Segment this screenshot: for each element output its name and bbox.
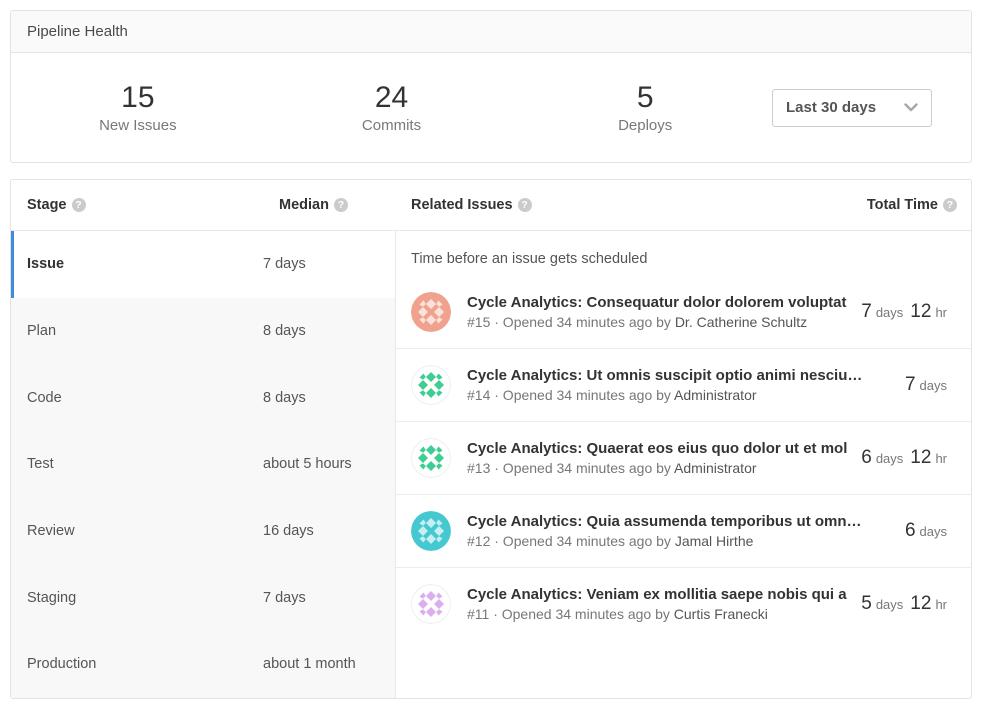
stats-group: 15 New Issues 24 Commits 5 Deploys	[11, 81, 772, 135]
date-range-value: Last 30 days	[786, 99, 876, 116]
issue-row: Cycle Analytics: Quaerat eos eius quo do…	[396, 421, 971, 494]
issue-meta: #15 · Opened 34 minutes ago by Dr. Cathe…	[467, 314, 847, 330]
page-title: Pipeline Health	[27, 23, 128, 40]
stage-row-production[interactable]: Production about 1 month	[11, 631, 395, 698]
help-icon[interactable]: ?	[943, 198, 957, 212]
header-total-time-label: Total Time	[867, 197, 938, 213]
header-total-time: Total Time?	[867, 197, 971, 213]
help-icon[interactable]: ?	[518, 198, 532, 212]
issue-text: Cycle Analytics: Veniam ex mollitia saep…	[467, 586, 847, 622]
issue-title-link[interactable]: Cycle Analytics: Quaerat eos eius quo do…	[467, 440, 847, 457]
stage-row-code[interactable]: Code 8 days	[11, 364, 395, 431]
issue-meta-prefix: #11 · Opened 34 minutes ago by	[467, 606, 670, 622]
stage-row-test[interactable]: Test about 5 hours	[11, 431, 395, 498]
summary-stats-row: 15 New Issues 24 Commits 5 Deploys Last …	[11, 53, 971, 162]
stat-label: Deploys	[518, 117, 772, 134]
stage-median: 7 days	[263, 256, 306, 272]
date-range-dropdown[interactable]: Last 30 days	[772, 89, 932, 127]
card-title: Pipeline Health	[11, 11, 971, 53]
issue-meta-prefix: #13 · Opened 34 minutes ago by	[467, 460, 671, 476]
stat-label: New Issues	[11, 117, 265, 134]
issue-title-link[interactable]: Cycle Analytics: Quia assumenda temporib…	[467, 513, 891, 530]
stage-name: Staging	[11, 590, 263, 606]
stage-median: about 1 month	[263, 656, 356, 672]
header-median: Median?	[279, 197, 396, 213]
stage-panel: Issue 7 days Plan 8 days Code 8 days Tes…	[11, 231, 396, 698]
avatar	[411, 292, 451, 332]
issue-title-link[interactable]: Cycle Analytics: Ut omnis suscipit optio…	[467, 367, 891, 384]
header-stage-label: Stage	[27, 197, 67, 213]
issue-meta: #11 · Opened 34 minutes ago by Curtis Fr…	[467, 606, 847, 622]
pipeline-health-card: Pipeline Health 15 New Issues 24 Commits…	[10, 10, 972, 163]
help-icon[interactable]: ?	[334, 198, 348, 212]
issue-total-time: 7days	[905, 374, 947, 396]
issue-text: Cycle Analytics: Quia assumenda temporib…	[467, 513, 891, 549]
stage-median: 8 days	[263, 323, 306, 339]
header-median-label: Median	[279, 197, 329, 213]
issue-text: Cycle Analytics: Consequatur dolor dolor…	[467, 294, 847, 330]
header-related-issues-label: Related Issues	[411, 197, 513, 213]
stage-row-issue[interactable]: Issue 7 days	[11, 231, 395, 298]
help-icon[interactable]: ?	[72, 198, 86, 212]
header-related-issues: Related Issues?	[396, 197, 867, 213]
issue-total-time: 7days12hr	[861, 301, 947, 323]
issue-author-link[interactable]: Jamal Hirthe	[675, 533, 754, 549]
stat-deploys: 5 Deploys	[518, 81, 772, 135]
issue-title-link[interactable]: Cycle Analytics: Consequatur dolor dolor…	[467, 294, 847, 311]
stage-row-review[interactable]: Review 16 days	[11, 498, 395, 565]
issue-meta: #12 · Opened 34 minutes ago by Jamal Hir…	[467, 533, 891, 549]
stage-name: Test	[11, 456, 263, 472]
issue-meta-prefix: #12 · Opened 34 minutes ago by	[467, 533, 671, 549]
issue-text: Cycle Analytics: Ut omnis suscipit optio…	[467, 367, 891, 403]
table-body: Issue 7 days Plan 8 days Code 8 days Tes…	[11, 231, 971, 698]
issue-author-link[interactable]: Dr. Catherine Schultz	[675, 314, 807, 330]
stage-name: Issue	[14, 256, 263, 272]
stat-label: Commits	[265, 117, 519, 134]
stage-name: Review	[11, 523, 263, 539]
issue-total-time: 6days	[905, 520, 947, 542]
stage-name: Code	[11, 390, 263, 406]
stat-value: 5	[518, 81, 772, 116]
issue-row: Cycle Analytics: Quia assumenda temporib…	[396, 494, 971, 567]
issue-author-link[interactable]: Administrator	[674, 387, 756, 403]
stage-median: about 5 hours	[263, 456, 352, 472]
stat-commits: 24 Commits	[265, 81, 519, 135]
issue-row: Cycle Analytics: Consequatur dolor dolor…	[396, 275, 971, 348]
stage-median: 16 days	[263, 523, 314, 539]
issue-meta-prefix: #14 · Opened 34 minutes ago by	[467, 387, 671, 403]
avatar	[411, 365, 451, 405]
issue-author-link[interactable]: Curtis Franecki	[674, 606, 768, 622]
stage-median: 8 days	[263, 390, 306, 406]
issue-total-time: 5days12hr	[861, 593, 947, 615]
pipeline-health-page: Pipeline Health 15 New Issues 24 Commits…	[0, 0, 982, 705]
issue-author-link[interactable]: Administrator	[674, 460, 756, 476]
issue-meta: #13 · Opened 34 minutes ago by Administr…	[467, 460, 847, 476]
avatar	[411, 584, 451, 624]
header-stage: Stage?	[11, 197, 279, 213]
stage-row-staging[interactable]: Staging 7 days	[11, 564, 395, 631]
chevron-down-icon	[904, 103, 918, 112]
stage-name: Production	[11, 656, 263, 672]
issue-row: Cycle Analytics: Ut omnis suscipit optio…	[396, 348, 971, 421]
avatar	[411, 438, 451, 478]
cycle-analytics-card: Stage? Median? Related Issues? Total Tim…	[10, 179, 972, 699]
issue-title-link[interactable]: Cycle Analytics: Veniam ex mollitia saep…	[467, 586, 847, 603]
stat-value: 15	[11, 81, 265, 116]
issues-list: Cycle Analytics: Consequatur dolor dolor…	[396, 275, 971, 640]
stage-name: Plan	[11, 323, 263, 339]
table-header: Stage? Median? Related Issues? Total Tim…	[11, 180, 971, 231]
avatar	[411, 511, 451, 551]
stage-row-plan[interactable]: Plan 8 days	[11, 298, 395, 365]
stage-description: Time before an issue gets scheduled	[396, 231, 971, 275]
issues-panel: Time before an issue gets scheduled Cycl…	[396, 231, 971, 698]
issue-row: Cycle Analytics: Veniam ex mollitia saep…	[396, 567, 971, 640]
stage-median: 7 days	[263, 590, 306, 606]
issue-total-time: 6days12hr	[861, 447, 947, 469]
issue-meta: #14 · Opened 34 minutes ago by Administr…	[467, 387, 891, 403]
issue-text: Cycle Analytics: Quaerat eos eius quo do…	[467, 440, 847, 476]
issue-meta-prefix: #15 · Opened 34 minutes ago by	[467, 314, 671, 330]
stat-new-issues: 15 New Issues	[11, 81, 265, 135]
stat-value: 24	[265, 81, 519, 116]
